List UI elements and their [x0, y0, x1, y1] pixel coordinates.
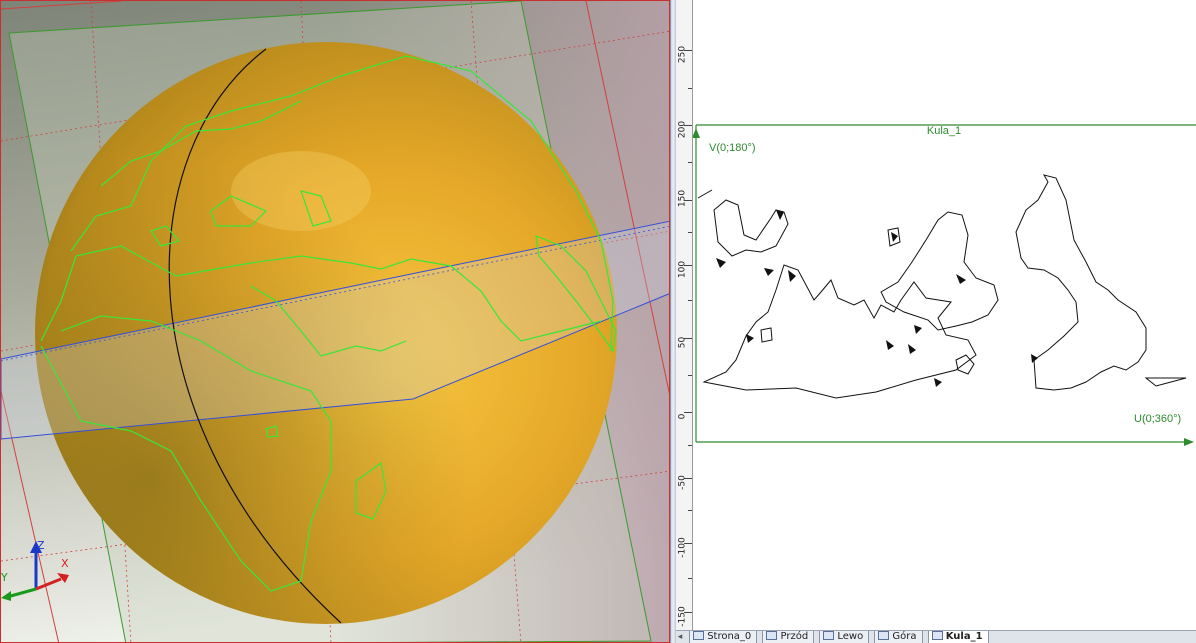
- tab-label: Strona_0: [707, 631, 752, 642]
- ruler-label: -50: [677, 475, 688, 490]
- frame-title: Kula_1: [927, 125, 961, 137]
- tab-strona-0[interactable]: Strona_0: [689, 631, 758, 643]
- ruler-label: 150: [677, 189, 688, 208]
- tab-scroll-left-icon[interactable]: ◂: [676, 631, 684, 643]
- sheet-icon: [766, 631, 778, 640]
- map-outlines: [702, 174, 1187, 399]
- ruler-label: 200: [677, 120, 688, 139]
- drawing-sheet[interactable]: Kula_1 V(0;180°) U(0;360°) 250 200 150 1…: [676, 0, 1196, 643]
- sheet-tab-bar: ◂ Strona_0 Przód Lewo Góra Kula_1: [676, 630, 1196, 643]
- v-axis-arrow: [692, 128, 700, 138]
- 3d-viewport[interactable]: Z X Y: [0, 0, 670, 643]
- vertical-ruler: 250 200 150 100 50 0 -50 -100 -150: [676, 0, 693, 630]
- ruler-label: -150: [677, 606, 688, 627]
- u-axis-label: U(0;360°): [1134, 413, 1181, 425]
- sheet-icon: [878, 631, 890, 640]
- 3d-scene: Z X Y: [1, 1, 669, 642]
- pole-markers: [716, 210, 1038, 387]
- sheet-icon: [693, 631, 705, 640]
- ruler-label: 50: [677, 336, 688, 349]
- tab-label: Lewo: [837, 631, 864, 642]
- u-axis-arrow: [1184, 438, 1194, 446]
- origin-pointer: [697, 189, 713, 199]
- axis-label-x: X: [61, 557, 69, 570]
- tab-kula-1[interactable]: Kula_1: [927, 631, 989, 643]
- tab-gora[interactable]: Góra: [874, 631, 923, 643]
- tab-przod[interactable]: Przód: [762, 631, 815, 643]
- axis-label-z: Z: [37, 539, 45, 552]
- ruler-label: 100: [677, 260, 688, 279]
- tab-label: Góra: [892, 631, 917, 642]
- tab-label: Przód: [780, 631, 809, 642]
- tab-label: Kula_1: [945, 631, 983, 642]
- drawing-canvas: Kula_1 V(0;180°) U(0;360°): [692, 124, 1196, 446]
- ruler-label: 250: [677, 45, 688, 64]
- sheet-icon: [823, 631, 835, 640]
- sheet-icon: [931, 631, 943, 640]
- ruler-label: -100: [677, 537, 688, 558]
- v-axis-label: V(0;180°): [709, 142, 756, 154]
- axis-label-y: Y: [1, 571, 8, 584]
- tab-lewo[interactable]: Lewo: [819, 631, 870, 643]
- ruler-label: 0: [677, 413, 688, 420]
